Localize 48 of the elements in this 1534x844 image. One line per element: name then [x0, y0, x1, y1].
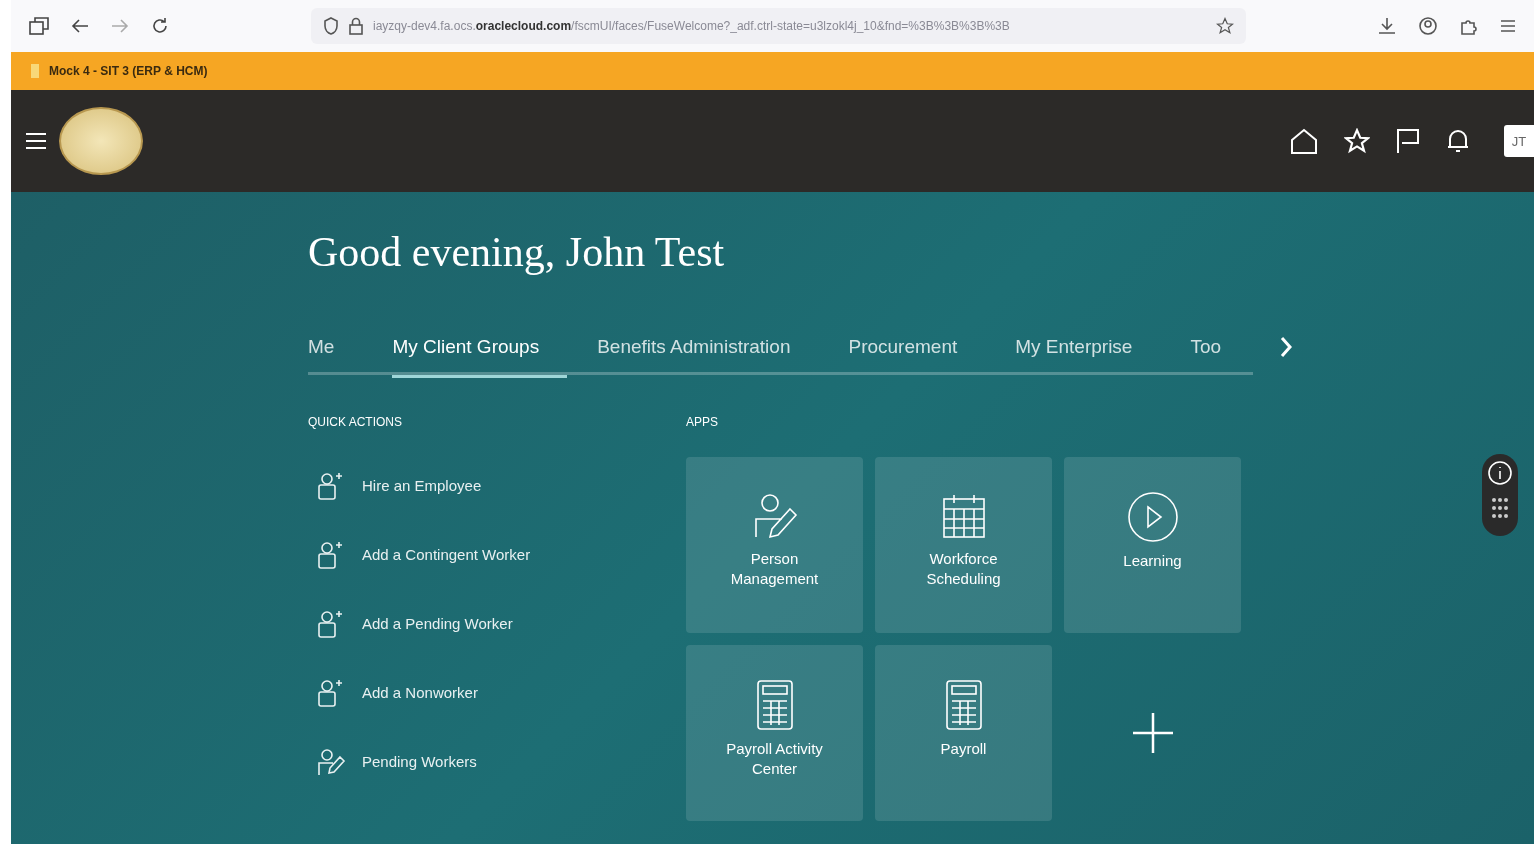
calculator-icon	[944, 679, 983, 731]
calculator-icon	[755, 679, 794, 731]
lock-icon	[349, 17, 363, 35]
app-tile[interactable]: Learning	[1064, 457, 1241, 633]
back-icon[interactable]	[71, 19, 89, 33]
tile-label: Person Management	[729, 549, 820, 589]
section-title: APPS	[686, 415, 719, 429]
app-tile[interactable]: Workforce Scheduling	[875, 457, 1052, 633]
flag-icon[interactable]	[1396, 128, 1420, 154]
section-title: QUICK ACTIONS	[308, 415, 403, 429]
tab-icon[interactable]	[29, 17, 49, 35]
nav-tab[interactable]: Benefits Administration	[597, 336, 819, 375]
home-icon[interactable]	[1290, 128, 1318, 154]
greeting-heading: Good evening, John Test	[308, 228, 726, 276]
shield-icon	[323, 17, 339, 35]
account-icon[interactable]	[1418, 16, 1438, 36]
quick-action-link[interactable]: Add a Nonworker	[308, 658, 686, 727]
tile-label: Payroll Activity Center	[725, 739, 824, 779]
app-tile[interactable]: Person Management	[686, 457, 863, 633]
quick-action-link[interactable]: Hire an Employee	[308, 451, 686, 520]
app-tile[interactable]: Payroll Activity Center	[686, 645, 863, 821]
tile-label: Learning	[1123, 551, 1182, 571]
bell-icon[interactable]	[1446, 128, 1470, 154]
info-icon[interactable]	[1487, 460, 1513, 486]
address-bar[interactable]: iayzqy-dev4.fa.ocs.oraclecloud.com/fscmUI/faces/FuseWelcome?_adf.ctrl-state=u3lzokl4j_10&fnd=%3B%3B%3B%3B	[311, 8, 1246, 44]
user-avatar[interactable]: JT	[1504, 125, 1534, 157]
nav-tab[interactable]: Procurement	[848, 336, 986, 375]
puzzle-icon[interactable]	[1460, 17, 1478, 35]
quick-action-link[interactable]: Add a Pending Worker	[308, 589, 686, 658]
plus-icon	[1131, 711, 1174, 754]
chevron-right-icon[interactable]	[1279, 336, 1293, 358]
download-icon[interactable]	[1378, 17, 1396, 35]
app-tile[interactable]: Payroll	[875, 645, 1052, 821]
url-text: iayzqy-dev4.fa.ocs.oraclecloud.com/fscmUI/faces/FuseWelcome?_adf.ctrl-state=u3lzokl4j_10&fnd=%3B%3B%3B%3B	[373, 19, 1011, 33]
reload-icon[interactable]	[151, 17, 169, 35]
tile-label: Workforce Scheduling	[925, 549, 1002, 589]
star-icon[interactable]	[1216, 17, 1234, 35]
tile-label: Payroll	[940, 739, 987, 759]
play-icon	[1126, 491, 1179, 543]
quick-action-link[interactable]: Pending Workers	[308, 727, 686, 796]
nav-tab[interactable]: Too	[1190, 336, 1250, 375]
quick-action-link[interactable]: Add a Contingent Worker	[308, 520, 686, 589]
person-pencil-icon	[316, 746, 346, 777]
nav-tab[interactable]: My Client Groups	[392, 336, 568, 375]
nav-tab[interactable]: Me	[308, 336, 363, 375]
nav-tab[interactable]: My Enterprise	[1015, 336, 1161, 375]
help-panel-handle[interactable]	[1482, 454, 1518, 536]
banner-text: Mock 4 - SIT 3 (ERP & HCM)	[49, 64, 208, 78]
